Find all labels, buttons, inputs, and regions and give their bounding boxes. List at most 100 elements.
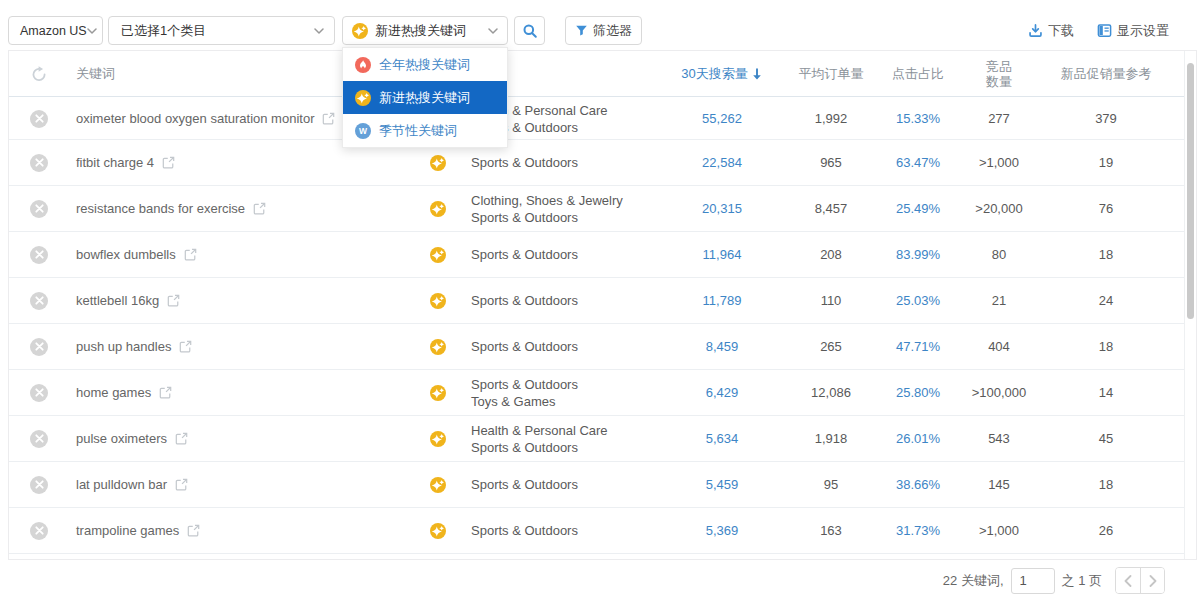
marketplace-select[interactable]: Amazon US xyxy=(8,16,103,45)
reset-icon[interactable] xyxy=(30,51,48,97)
sparkle-icon xyxy=(352,23,368,39)
avg-orders-value: 1,918 xyxy=(781,416,881,461)
display-settings-button[interactable]: 显示设置 xyxy=(1097,16,1169,45)
header-orders[interactable]: 平均订单量 xyxy=(781,51,881,97)
remove-keyword-button[interactable] xyxy=(30,416,48,461)
header-competitors[interactable]: 竞品数量 xyxy=(954,51,1044,97)
close-icon xyxy=(30,200,48,218)
category-select[interactable]: 已选择1个类目 xyxy=(108,16,335,45)
keyword-text: push up handles xyxy=(76,339,171,354)
search-volume-link[interactable]: 22,584 xyxy=(662,140,782,185)
sparkle-icon xyxy=(355,90,371,106)
external-link-icon[interactable] xyxy=(184,248,197,261)
next-page-button[interactable] xyxy=(1140,568,1164,593)
dropdown-menu-item[interactable]: 新进热搜关键词 xyxy=(343,81,507,114)
external-link-icon[interactable] xyxy=(167,294,180,307)
category-line: Sports & Outdoors xyxy=(471,522,578,539)
avg-orders-value: 965 xyxy=(781,140,881,185)
header-click-share[interactable]: 点击占比 xyxy=(873,51,963,97)
remove-keyword-button[interactable] xyxy=(30,324,48,369)
avg-orders-value: 110 xyxy=(781,278,881,323)
header-new-promo[interactable]: 新品促销量参考 xyxy=(1046,51,1166,97)
filter-button[interactable]: 筛选器 xyxy=(565,16,642,45)
download-icon xyxy=(1028,23,1043,38)
remove-keyword-button[interactable] xyxy=(30,370,48,415)
click-share-value: 25.49% xyxy=(873,186,963,231)
search-volume-link[interactable]: 8,459 xyxy=(662,324,782,369)
close-icon xyxy=(30,110,48,128)
search-volume-link[interactable]: 6,429 xyxy=(662,370,782,415)
table-header-row: 关键词 30天搜索量 平均订单量 点击占比 竞品数量 新品促销量参考 xyxy=(9,51,1196,97)
dropdown-menu-item-label: 全年热搜关键词 xyxy=(379,56,470,74)
prev-page-button[interactable] xyxy=(1116,568,1140,593)
category-line: Sports & Outdoors xyxy=(471,439,608,456)
remove-keyword-button[interactable] xyxy=(30,508,48,553)
competitors-value: 277 xyxy=(954,98,1044,139)
sparkle-icon xyxy=(430,293,446,309)
dropdown-menu-item[interactable]: 季节性关键词 xyxy=(343,114,507,147)
header-volume-sort[interactable]: 30天搜索量 xyxy=(662,51,782,97)
remove-keyword-button[interactable] xyxy=(30,98,48,139)
sparkle-icon xyxy=(430,477,446,493)
search-button[interactable] xyxy=(514,16,545,45)
category-line: Clothing, Shoes & Jewelry xyxy=(471,192,623,209)
external-link-icon[interactable] xyxy=(179,340,192,353)
external-link-icon[interactable] xyxy=(175,478,188,491)
page-number-input[interactable] xyxy=(1011,568,1055,594)
keyword-type-select[interactable]: 新进热搜关键词 xyxy=(342,16,508,45)
external-link-icon[interactable] xyxy=(175,432,188,445)
keyword-text: oximeter blood oxygen saturation monitor xyxy=(76,111,314,126)
dropdown-menu-item[interactable]: 全年热搜关键词 xyxy=(343,48,507,81)
click-share-value: 25.03% xyxy=(873,278,963,323)
category-cell: Sports & Outdoors xyxy=(471,278,578,323)
table-row: resistance bands for exercise Clothing, … xyxy=(9,186,1184,232)
remove-keyword-button[interactable] xyxy=(30,232,48,277)
remove-keyword-button[interactable] xyxy=(30,186,48,231)
category-line: Sports & Outdoors xyxy=(471,376,578,393)
avg-orders-value: 95 xyxy=(781,462,881,507)
scrollbar-thumb[interactable] xyxy=(1187,63,1194,319)
category-line: Sports & Outdoors xyxy=(471,209,623,226)
competitors-value: 145 xyxy=(954,462,1044,507)
chevron-down-icon xyxy=(488,28,498,34)
competitors-value: >1,000 xyxy=(954,508,1044,553)
close-icon xyxy=(30,246,48,264)
search-volume-link[interactable]: 5,369 xyxy=(662,508,782,553)
external-link-icon[interactable] xyxy=(162,156,175,169)
chevron-down-icon xyxy=(314,28,324,34)
search-volume-link[interactable]: 5,634 xyxy=(662,416,782,461)
new-promo-value: 19 xyxy=(1046,140,1166,185)
click-share-value: 26.01% xyxy=(873,416,963,461)
remove-keyword-button[interactable] xyxy=(30,462,48,507)
search-volume-link[interactable]: 20,315 xyxy=(662,186,782,231)
search-volume-link[interactable]: 11,789 xyxy=(662,278,782,323)
keyword-text: trampoline games xyxy=(76,523,179,538)
external-link-icon[interactable] xyxy=(253,202,266,215)
external-link-icon[interactable] xyxy=(322,112,335,125)
keyword-text: resistance bands for exercise xyxy=(76,201,245,216)
category-cell: Sports & Outdoors xyxy=(471,324,578,369)
search-volume-link[interactable]: 55,262 xyxy=(662,98,782,139)
search-volume-link[interactable]: 11,964 xyxy=(662,232,782,277)
sparkle-icon xyxy=(430,523,446,539)
competitors-value: >100,000 xyxy=(954,370,1044,415)
remove-keyword-button[interactable] xyxy=(30,278,48,323)
external-link-icon[interactable] xyxy=(159,386,172,399)
avg-orders-value: 163 xyxy=(781,508,881,553)
search-volume-link[interactable]: 5,459 xyxy=(662,462,782,507)
new-promo-value: 14 xyxy=(1046,370,1166,415)
click-share-value: 83.99% xyxy=(873,232,963,277)
keyword-type-dropdown-menu: 全年热搜关键词 新进热搜关键词 季节性关键词 xyxy=(342,47,508,148)
sort-down-icon xyxy=(751,68,763,81)
click-share-value: 47.71% xyxy=(873,324,963,369)
keyword-type-select-value: 新进热搜关键词 xyxy=(375,22,466,40)
competitors-value: 404 xyxy=(954,324,1044,369)
external-link-icon[interactable] xyxy=(187,524,200,537)
sparkle-icon xyxy=(430,201,446,217)
new-promo-value: 76 xyxy=(1046,186,1166,231)
click-share-value: 63.47% xyxy=(873,140,963,185)
competitors-value: 21 xyxy=(954,278,1044,323)
download-button[interactable]: 下载 xyxy=(1028,16,1074,45)
display-settings-icon xyxy=(1097,23,1112,38)
remove-keyword-button[interactable] xyxy=(30,140,48,185)
